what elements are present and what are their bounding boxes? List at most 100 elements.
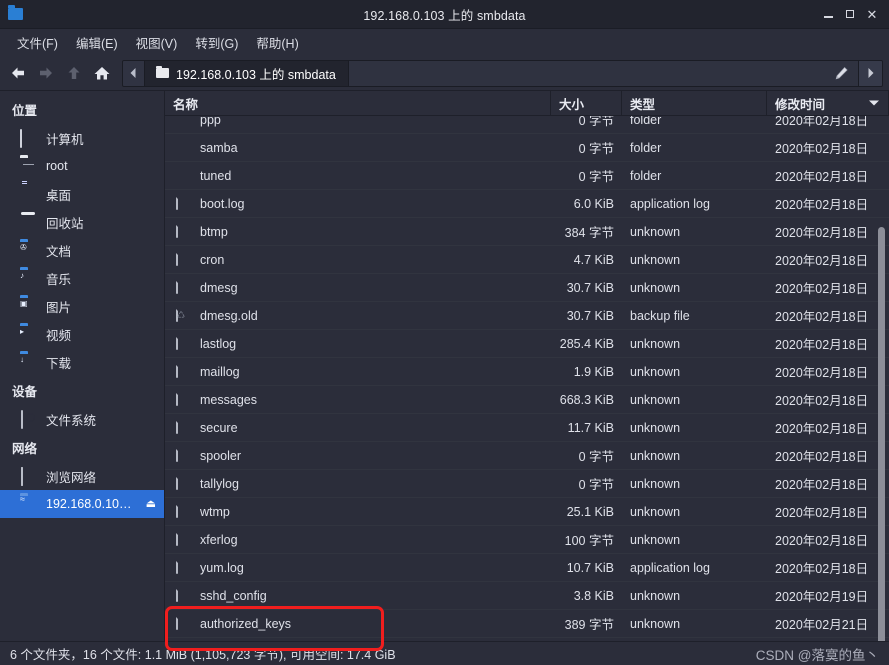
- text-file-icon: [175, 586, 191, 605]
- table-row[interactable]: spooler 0 字节 unknown 2020年02月18日: [165, 442, 889, 470]
- vertical-scrollbar[interactable]: [877, 119, 886, 647]
- table-row[interactable]: tuned 0 字节 folder 2020年02月18日: [165, 162, 889, 190]
- folder-icon: [175, 139, 191, 157]
- table-row[interactable]: cron 4.7 KiB unknown 2020年02月18日: [165, 246, 889, 274]
- up-button[interactable]: [60, 59, 88, 87]
- table-row[interactable]: yum.log 10.7 KiB application log 2020年02…: [165, 554, 889, 582]
- forward-button[interactable]: [32, 59, 60, 87]
- arrow-left-icon: [12, 67, 24, 79]
- file-type: application log: [630, 196, 710, 211]
- sidebar-item-browse-network[interactable]: 浏览网络: [0, 462, 164, 490]
- file-type: folder: [630, 168, 662, 183]
- trash-icon: [20, 214, 38, 230]
- file-name-cell: yum.log: [165, 558, 551, 577]
- table-row[interactable]: dmesg.old 30.7 KiB backup file 2020年02月1…: [165, 302, 889, 330]
- file-size: 668.3 KiB: [559, 392, 614, 407]
- file-size: 10.7 KiB: [566, 560, 614, 575]
- file-size: 0 字节: [578, 116, 614, 128]
- file-name-cell: tuned: [165, 167, 551, 185]
- column-modified[interactable]: 修改时间: [767, 91, 889, 115]
- back-button[interactable]: [4, 59, 32, 87]
- table-row[interactable]: tallylog 0 字节 unknown 2020年02月18日: [165, 470, 889, 498]
- table-row[interactable]: wtmp 25.1 KiB unknown 2020年02月18日: [165, 498, 889, 526]
- file-name: cron: [200, 252, 225, 267]
- drive-icon: [20, 410, 38, 429]
- sidebar-item-smb-share[interactable]: 192.168.0.103… ⏏: [0, 490, 164, 518]
- file-size: 3.8 KiB: [573, 588, 614, 603]
- sidebar-item-videos[interactable]: ▸ 视频: [0, 320, 164, 348]
- table-row[interactable]: authorized_keys 389 字节 unknown 2020年02月2…: [165, 610, 889, 638]
- file-name: maillog: [200, 364, 240, 379]
- home-button[interactable]: [88, 59, 116, 87]
- file-modified: 2020年02月18日: [775, 534, 869, 548]
- file-type: application log: [630, 560, 710, 575]
- menu-edit[interactable]: 编辑(E): [67, 30, 127, 55]
- file-size: 30.7 KiB: [566, 280, 614, 295]
- minimize-button[interactable]: [817, 3, 839, 25]
- menu-file[interactable]: 文件(F): [8, 30, 67, 55]
- table-row[interactable]: lastlog 285.4 KiB unknown 2020年02月18日: [165, 330, 889, 358]
- table-row[interactable]: boot.log 6.0 KiB application log 2020年02…: [165, 190, 889, 218]
- sidebar-item-filesystem[interactable]: 文件系统: [0, 405, 164, 433]
- main-body: 位置 计算机 root 桌面 回收站 ✇ 文档 ♪ 音乐 ▣ 图片 ▸ 视频 ↓…: [0, 90, 889, 647]
- file-modified: 2020年02月18日: [775, 450, 869, 464]
- text-file-icon: [175, 614, 191, 633]
- path-scroll-right-button[interactable]: [858, 60, 882, 86]
- sidebar-item-downloads[interactable]: ↓ 下载: [0, 348, 164, 376]
- sidebar-item-pictures[interactable]: ▣ 图片: [0, 292, 164, 320]
- sidebar-section-devices-title: 设备: [12, 385, 38, 399]
- text-file-icon: [175, 474, 191, 493]
- menu-view[interactable]: 视图(V): [127, 30, 187, 55]
- file-name: dmesg.old: [200, 308, 258, 323]
- table-row[interactable]: btmp 384 字节 unknown 2020年02月18日: [165, 218, 889, 246]
- table-row[interactable]: messages 668.3 KiB unknown 2020年02月18日: [165, 386, 889, 414]
- scrollbar-thumb[interactable]: [878, 227, 885, 647]
- table-row[interactable]: sshd_config 3.8 KiB unknown 2020年02月19日: [165, 582, 889, 610]
- sidebar-item-label: 文件系统: [46, 413, 97, 428]
- table-row[interactable]: secure 11.7 KiB unknown 2020年02月18日: [165, 414, 889, 442]
- file-size: 6.0 KiB: [573, 196, 614, 211]
- sidebar-item-root[interactable]: root: [0, 152, 164, 180]
- table-row[interactable]: samba 0 字节 folder 2020年02月18日: [165, 134, 889, 162]
- menu-go[interactable]: 转到(G): [186, 30, 247, 55]
- file-name-cell: samba: [165, 139, 551, 157]
- file-size: 0 字节: [578, 170, 614, 184]
- file-manager-window: 192.168.0.103 上的 smbdata ✕ 文件(F) 编辑(E) 视…: [0, 0, 889, 665]
- file-name: authorized_keys: [200, 616, 292, 631]
- table-row[interactable]: ppp 0 字节 folder 2020年02月18日: [165, 116, 889, 134]
- menu-help[interactable]: 帮助(H): [247, 30, 307, 55]
- sidebar-item-trash[interactable]: 回收站: [0, 208, 164, 236]
- breadcrumb-smbdata[interactable]: 192.168.0.103 上的 smbdata: [145, 60, 348, 86]
- table-row[interactable]: xferlog 100 字节 unknown 2020年02月18日: [165, 526, 889, 554]
- documents-icon: ✇: [20, 243, 27, 252]
- sidebar-item-music[interactable]: ♪ 音乐: [0, 264, 164, 292]
- maximize-icon: [846, 10, 854, 18]
- sidebar-item-computer[interactable]: 计算机: [0, 124, 164, 152]
- sidebar-item-documents[interactable]: ✇ 文档: [0, 236, 164, 264]
- file-name: yum.log: [200, 560, 244, 575]
- column-size[interactable]: 大小: [551, 91, 622, 115]
- file-name: btmp: [200, 224, 228, 239]
- sidebar-item-label: 音乐: [46, 272, 72, 287]
- column-name[interactable]: 名称: [165, 91, 551, 115]
- table-row[interactable]: dmesg 30.7 KiB unknown 2020年02月18日: [165, 274, 889, 302]
- videos-icon: ▸: [20, 327, 25, 336]
- column-type[interactable]: 类型: [622, 91, 767, 115]
- maximize-button[interactable]: [839, 3, 861, 25]
- close-button[interactable]: ✕: [861, 3, 883, 25]
- sidebar-item-label: 文档: [46, 244, 72, 259]
- file-modified: 2020年02月18日: [775, 394, 869, 408]
- file-size: 25.1 KiB: [566, 504, 614, 519]
- file-size: 100 字节: [564, 534, 614, 548]
- sidebar-item-desktop[interactable]: 桌面: [0, 180, 164, 208]
- file-type: unknown: [630, 616, 681, 631]
- share-icon: [20, 496, 38, 512]
- table-row[interactable]: maillog 1.9 KiB unknown 2020年02月18日: [165, 358, 889, 386]
- path-empty-area[interactable]: [347, 60, 858, 86]
- path-scroll-left-button[interactable]: [123, 60, 145, 86]
- eject-icon[interactable]: ⏏: [146, 498, 156, 510]
- pencil-icon: [835, 66, 848, 79]
- text-file-icon: [175, 418, 191, 437]
- file-rows-viewport[interactable]: ppp 0 字节 folder 2020年02月18日 samba 0 字节 f…: [165, 116, 889, 641]
- file-name-cell: dmesg: [165, 278, 551, 297]
